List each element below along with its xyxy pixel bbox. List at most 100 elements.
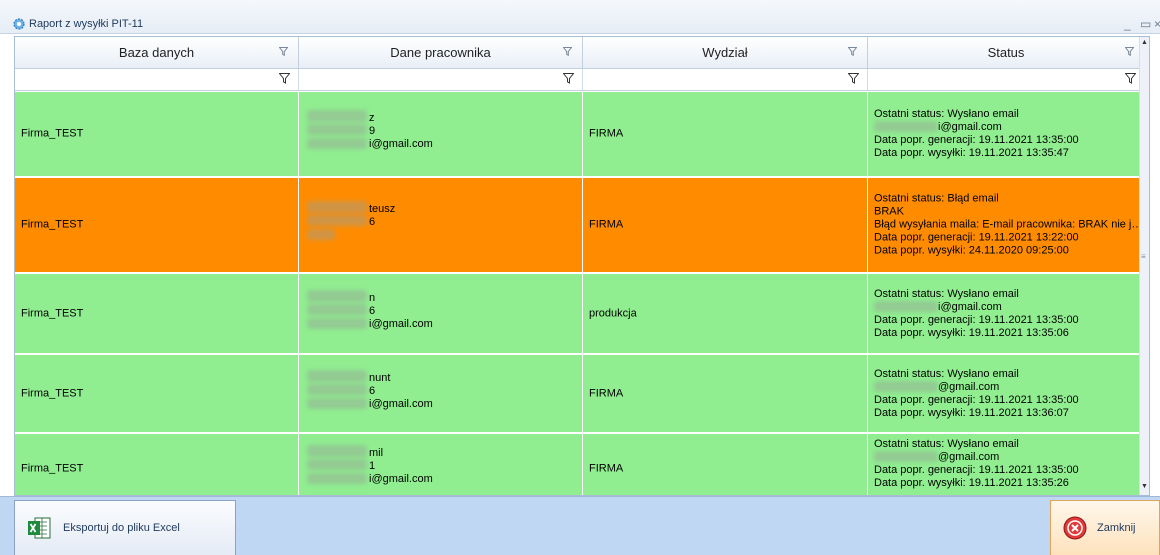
status-line: Ostatni status: Wysłano email	[874, 367, 1019, 380]
database-cell: Firma_TEST	[15, 92, 299, 176]
status-line: Data popr. wysyłki: 19.11.2021 13:35:26	[874, 477, 1069, 489]
status-cell: Ostatni status: Wysłano email @gmail.com…	[868, 434, 1145, 495]
table-row[interactable]: Firma_TEST mil 1 i@gmail.com FIRMA Ostat…	[15, 434, 1145, 496]
redacted-name	[307, 289, 367, 302]
department-value: FIRMA	[589, 387, 624, 399]
employee-id: 6	[369, 384, 376, 397]
column-header-department[interactable]: Wydział	[583, 37, 868, 69]
database-value: Firma_TEST	[21, 387, 84, 399]
employee-name: z	[369, 112, 375, 124]
column-header-status[interactable]: Status	[868, 37, 1145, 69]
employee-name: nunt	[369, 371, 391, 384]
employee-data: teusz 6	[305, 195, 575, 255]
redacted-id	[307, 215, 367, 226]
filter-icon[interactable]	[563, 73, 574, 84]
employee-cell: n 6 i@gmail.com	[299, 274, 583, 353]
report-grid: Baza danych Dane pracownika Wydział Stat…	[14, 36, 1150, 496]
employee-cell: mil 1 i@gmail.com	[299, 434, 583, 496]
department-value: FIRMA	[589, 218, 624, 231]
employee-email	[369, 229, 395, 242]
redacted-email	[307, 472, 367, 484]
employee-id: 1	[369, 459, 376, 472]
close-window-button[interactable]: ×	[1154, 17, 1160, 31]
status-line: Data popr. generacji: 19.11.2021 13:35:0…	[874, 464, 1079, 476]
column-header-label: Dane pracownika	[390, 45, 491, 60]
redacted-email	[307, 317, 367, 329]
status-text: Ostatni status: Wysłano email @gmail.com…	[874, 368, 1144, 420]
maximize-button[interactable]: ▭	[1140, 17, 1151, 31]
column-header-label: Wydział	[702, 45, 748, 60]
scroll-up-icon[interactable]: ▲	[1141, 39, 1148, 46]
column-header-employee[interactable]: Dane pracownika	[299, 37, 583, 69]
redacted-id	[307, 383, 367, 395]
filter-cell-status[interactable]	[868, 69, 1145, 91]
department-value: produkcja	[589, 307, 637, 319]
employee-cell: teusz 6	[299, 178, 583, 272]
filter-cell-database[interactable]	[15, 69, 299, 91]
close-label: Zamknij	[1097, 522, 1136, 534]
close-button[interactable]: Zamknij	[1050, 500, 1160, 555]
status-line: Data popr. generacji: 19.11.2021 13:35:0…	[874, 393, 1079, 406]
column-header-database[interactable]: Baza danych	[15, 37, 299, 69]
filter-icon[interactable]	[563, 47, 572, 56]
employee-cell: nunt 6 i@gmail.com	[299, 355, 583, 432]
status-line: Data popr. wysyłki: 19.11.2021 13:36:07	[874, 406, 1069, 419]
filter-cell-employee[interactable]	[299, 69, 583, 91]
employee-name: mil	[369, 446, 384, 459]
redacted-email	[307, 229, 335, 240]
redacted-email	[307, 397, 367, 409]
employee-data: z 9 i@gmail.com	[305, 104, 575, 164]
status-email: BRAK	[874, 205, 904, 218]
status-cell: Ostatni status: Wysłano email i@gmail.co…	[868, 92, 1145, 176]
department-value: FIRMA	[589, 127, 624, 140]
redacted-id	[307, 124, 367, 135]
employee-data: nunt 6 i@gmail.com	[305, 364, 575, 424]
employee-name: n	[369, 291, 376, 304]
department-value: FIRMA	[589, 462, 624, 474]
vertical-scrollbar[interactable]: ▲ ≡ ▼	[1139, 37, 1149, 495]
database-cell: Firma_TEST	[15, 178, 299, 272]
footer-bar: Eksportuj do pliku Excel Zamknij	[0, 496, 1160, 555]
department-cell: FIRMA	[583, 92, 868, 176]
status-line: Data popr. generacji: 19.11.2021 13:35:0…	[874, 313, 1079, 326]
scroll-down-icon[interactable]: ▼	[1141, 483, 1148, 490]
status-cell: Ostatni status: Wysłano email @gmail.com…	[868, 355, 1145, 432]
status-line: Data popr. generacji: 19.11.2021 13:22:0…	[874, 231, 1079, 244]
database-value: Firma_TEST	[21, 307, 84, 319]
minimize-button[interactable]: _	[1124, 17, 1131, 31]
table-row[interactable]: Firma_TEST n 6 i@gmail.com produkcja Ost…	[15, 274, 1145, 354]
filter-icon[interactable]	[279, 73, 290, 84]
filter-icon[interactable]	[1125, 47, 1134, 56]
filter-icon[interactable]	[1125, 73, 1136, 84]
filter-icon[interactable]	[848, 47, 857, 56]
redacted-name	[307, 201, 367, 213]
excel-icon	[28, 517, 51, 539]
status-line: Ostatni status: Wysłano email	[874, 438, 1019, 450]
redacted-email	[874, 451, 938, 462]
status-line: Data popr. wysyłki: 24.11.2020 09:25:00	[874, 244, 1069, 257]
filter-icon[interactable]	[848, 73, 859, 84]
redacted-name	[307, 444, 367, 457]
column-header-label: Status	[987, 45, 1025, 60]
department-cell: produkcja	[583, 274, 868, 353]
filter-icon[interactable]	[279, 47, 288, 56]
employee-id: 9	[369, 125, 376, 137]
employee-data: mil 1 i@gmail.com	[305, 439, 575, 496]
employee-name: teusz	[369, 203, 396, 215]
department-cell: FIRMA	[583, 434, 868, 495]
filter-cell-department[interactable]	[583, 69, 868, 91]
gear-icon	[13, 18, 25, 30]
table-row[interactable]: Firma_TEST z 9 i@gmail.com FIRMA Ostatni…	[15, 92, 1145, 177]
employee-cell: z 9 i@gmail.com	[299, 92, 583, 176]
column-header-label: Baza danych	[118, 45, 195, 60]
scroll-thumb-grip-icon[interactable]: ≡	[1141, 252, 1146, 261]
close-circle-icon	[1063, 516, 1087, 540]
table-row[interactable]: Firma_TEST nunt 6 i@gmail.com FIRMA Osta…	[15, 355, 1145, 433]
status-text: Ostatni status: Błąd email BRAK Błąd wys…	[874, 193, 1144, 258]
status-cell: Ostatni status: Błąd email BRAK Błąd wys…	[868, 178, 1145, 272]
status-line: Data popr. generacji: 19.11.2021 13:35:0…	[874, 134, 1079, 146]
export-excel-button[interactable]: Eksportuj do pliku Excel	[14, 500, 236, 555]
redacted-email	[307, 138, 367, 149]
table-row[interactable]: Firma_TEST teusz 6 FIRMA Ostatni status:…	[15, 178, 1145, 273]
window-title: Raport z wysyłki PIT-11	[29, 18, 144, 30]
